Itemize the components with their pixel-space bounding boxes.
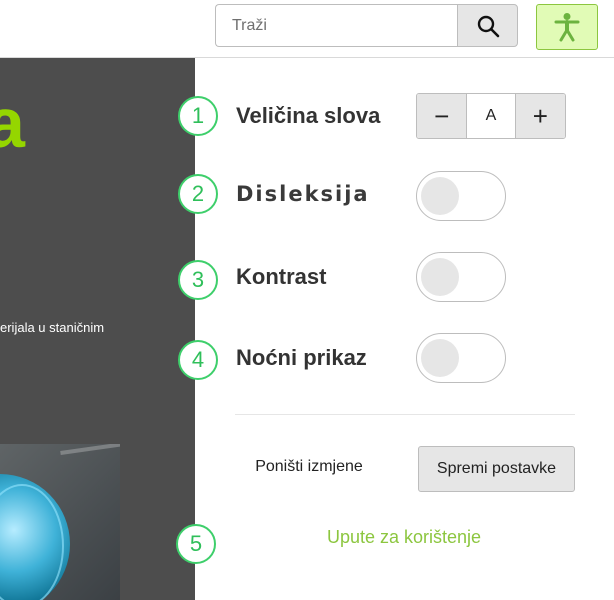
backdrop-heading: a [0,84,25,162]
page-backdrop: a erijala u staničnim [0,58,195,600]
accessibility-panel: 1 Veličina slova − A + 2 Disleksija 3 Ko… [176,58,614,600]
search-input[interactable] [215,4,457,47]
night-mode-label: Noćni prikaz [236,345,367,370]
toggle-knob [421,258,459,296]
save-settings-button[interactable]: Spremi postavke [418,446,575,492]
step-number-2: 2 [178,174,218,214]
toggle-knob [421,177,459,215]
font-increase-button[interactable]: + [515,94,565,138]
accessibility-person-icon [554,13,580,42]
dyslexia-toggle[interactable] [416,171,506,221]
search-icon [477,15,499,37]
reset-changes-link[interactable]: Poništi izmjene [235,458,383,482]
step-number-3: 3 [178,260,218,300]
top-header [0,0,614,58]
backdrop-cell-image [0,444,120,600]
contrast-toggle[interactable] [416,252,506,302]
search-button[interactable] [457,4,518,47]
step-number-1: 1 [178,96,218,136]
font-size-label: Veličina slova [236,103,381,128]
font-size-value: A [466,94,516,138]
backdrop-text: erijala u staničnim [0,320,105,335]
toggle-knob [421,339,459,377]
font-size-stepper: − A + [416,93,566,139]
step-number-4: 4 [178,340,218,380]
contrast-label: Kontrast [236,264,327,289]
divider [235,414,575,415]
dyslexia-label: Disleksija [236,182,370,206]
night-mode-toggle[interactable] [416,333,506,383]
accessibility-button[interactable] [536,4,598,50]
font-decrease-button[interactable]: − [417,94,467,138]
step-number-5: 5 [176,524,216,564]
usage-guide-link[interactable]: Upute za korištenje [290,527,518,548]
